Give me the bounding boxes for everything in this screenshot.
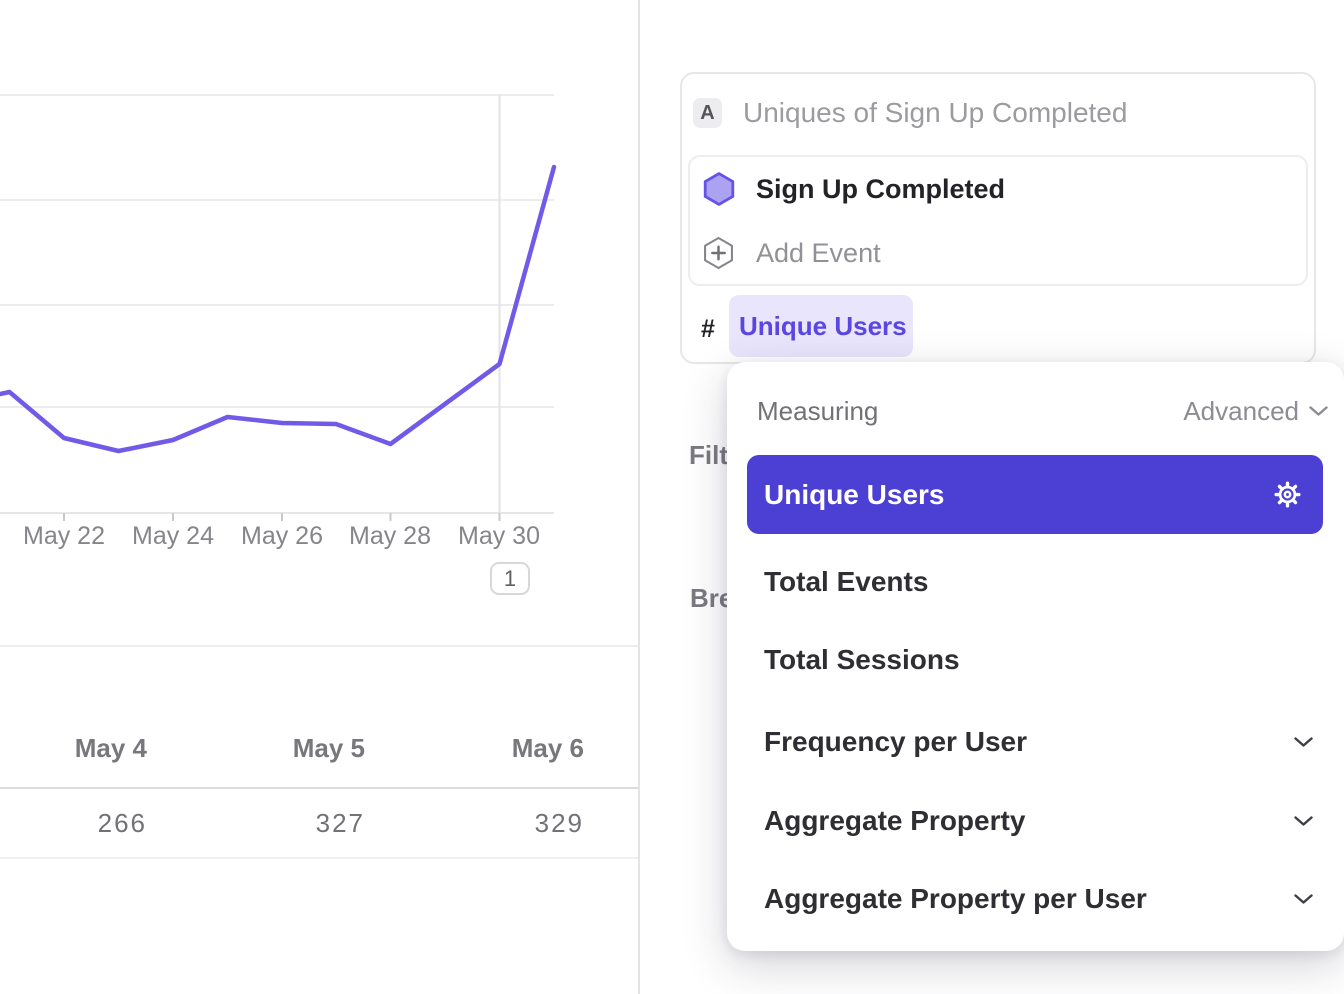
measuring-mode-selector[interactable]: Advanced [1183,396,1328,426]
menu-item-label: Unique Users [764,479,945,511]
table-row-divider [0,857,639,859]
x-tick-label: May 22 [9,522,119,550]
x-tick-label: May 24 [118,522,228,550]
chevron-down-icon [1294,737,1313,748]
chart-series-line [0,167,554,451]
menu-item-label: Frequency per User [764,726,1027,758]
measurement-value-label: Unique Users [739,311,907,342]
metric-title: Uniques of Sign Up Completed [743,98,1127,128]
chevron-down-icon [1309,406,1328,417]
line-chart: May 22 May 24 May 26 May 28 May 30 1 [0,0,639,645]
add-event-icon [703,236,734,270]
measurement-dropdown-trigger[interactable]: Unique Users [729,295,913,357]
series-letter-badge: A [693,98,722,128]
measuring-mode-label: Advanced [1183,396,1299,427]
chevron-down-icon [1294,894,1313,905]
table-header-divider [0,787,639,789]
panel-divider [638,0,640,994]
event-card: Sign Up Completed Add Event [688,155,1308,286]
add-event-button[interactable]: Add Event [690,221,1306,285]
metric-card: A Uniques of Sign Up Completed Sign Up C… [680,72,1316,364]
chevron-down-icon [1294,816,1313,827]
menu-item-total-sessions[interactable]: Total Sessions [727,632,1323,688]
table-cell: 329 [463,808,584,838]
menu-item-label: Aggregate Property per User [764,883,1147,915]
menu-item-unique-users[interactable]: Unique Users [747,455,1323,534]
gear-icon[interactable] [1274,481,1301,508]
x-tick-label: May 30 [444,522,554,550]
add-event-label: Add Event [756,238,881,268]
measuring-dropdown-menu: Measuring Advanced Unique Users [727,362,1344,951]
event-hexagon-icon [703,172,735,206]
filter-section-label: Filt [689,441,728,469]
menu-item-frequency-per-user[interactable]: Frequency per User [727,714,1323,770]
menu-item-aggregate-property-per-user[interactable]: Aggregate Property per User [727,871,1323,927]
table-cell: 266 [26,808,147,838]
analytics-screen: May 22 May 24 May 26 May 28 May 30 1 May… [0,0,1344,994]
event-row-sign-up-completed[interactable]: Sign Up Completed [690,157,1306,221]
table-cell: 327 [244,808,365,838]
table-column-header: May 5 [244,733,365,763]
table-column-header: May 4 [26,733,147,763]
menu-item-label: Aggregate Property [764,805,1025,837]
menu-item-total-events[interactable]: Total Events [727,554,1323,610]
measurement-hash-symbol: # [701,314,715,344]
event-name-label: Sign Up Completed [756,174,1005,204]
x-tick-label: May 26 [227,522,337,550]
menu-item-label: Total Events [764,566,928,598]
menu-item-label: Total Sessions [764,644,960,676]
measuring-header-label: Measuring [757,396,878,426]
section-divider [0,645,639,647]
x-tick-label: May 28 [335,522,445,550]
menu-item-aggregate-property[interactable]: Aggregate Property [727,793,1323,849]
pagination-page-button[interactable]: 1 [490,562,530,595]
table-column-header: May 6 [463,733,584,763]
